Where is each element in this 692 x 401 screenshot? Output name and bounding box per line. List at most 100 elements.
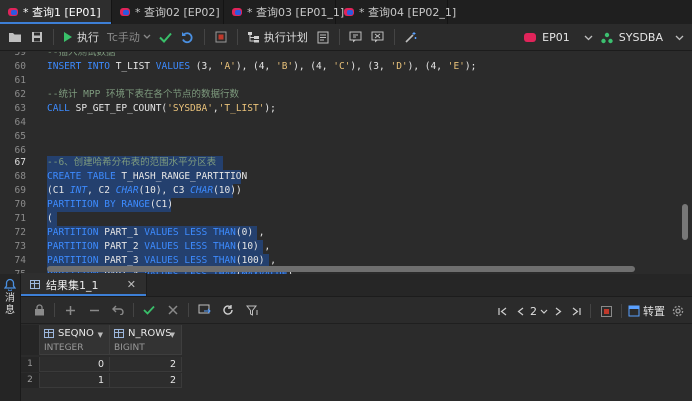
last-page-icon[interactable] [568,300,584,322]
check-icon[interactable] [137,299,161,321]
next-page-icon[interactable] [551,300,565,322]
toolbar-separator [590,304,591,318]
line-number: 62 [14,89,26,100]
magic-wand-icon[interactable] [400,26,422,48]
line-number-gutter: 59 60 61 62 63 64 65 66 67 68 69 70 71 7… [0,52,38,274]
code-line: --6、创建哈希分布表的范围水平分区表 [47,157,217,168]
uncomment-icon[interactable] [367,26,389,48]
format-icon[interactable] [312,26,334,48]
toolbar-separator [133,303,134,317]
messages-label[interactable]: 消息 [4,293,16,317]
transpose-icon[interactable] [628,305,640,317]
connection-select[interactable]: EP01 [542,31,570,44]
tab-label: * 查询04 [EP02_1] [359,6,457,19]
toolbar-separator [393,29,395,45]
pagination: 2 转置 [494,299,688,323]
line-number: 65 [14,131,26,142]
refresh-icon[interactable] [216,299,240,321]
result-tab-label: 结果集1_1 [46,278,99,292]
code-line: CALL SP_GET_EP_COUNT('SYSDBA','T_LIST'); [47,103,276,114]
table-cell[interactable]: 2 [110,357,182,372]
code-line: ( [47,213,53,224]
toolbar-separator [338,29,340,45]
bell-icon[interactable] [4,278,16,291]
database-icon [8,8,18,16]
close-icon[interactable]: ✕ [127,278,136,291]
plan-icon [247,32,259,43]
filter-icon[interactable] [240,299,264,321]
folder-icon[interactable] [4,26,26,48]
code-area[interactable]: --插入测试数据 INSERT INTO T_LIST VALUES (3, '… [47,52,677,274]
table-icon [30,280,40,289]
line-number: 63 [14,103,26,114]
table-cell[interactable]: 2 [110,373,182,388]
column-type: INTEGER [44,343,84,353]
line-number: 70 [14,199,26,210]
stop-icon[interactable] [210,26,232,48]
row-number[interactable]: 2 [21,373,40,388]
line-number: 73 [14,241,26,252]
transaction-mode-select[interactable]: Tc手动 [103,26,155,48]
transpose-button[interactable]: 转置 [643,303,665,319]
column-type: BIGINT [114,343,145,353]
chevron-down-icon [143,34,151,39]
database-icon [344,8,354,16]
column-header-n-rows[interactable]: N_ROWS BIGINT ▼ [110,325,182,355]
code-line: INSERT INTO T_LIST VALUES (3, 'A'), (4, … [47,61,477,72]
undo-icon[interactable] [177,26,199,48]
column-icon [114,329,124,338]
settings-icon[interactable] [668,300,688,322]
line-number: 74 [14,255,26,266]
toolbar-separator [236,29,238,45]
chevron-down-icon[interactable] [584,35,593,41]
toolbar-separator [53,29,54,45]
first-page-icon[interactable] [494,300,510,322]
line-number: 60 [14,61,26,72]
column-name: N_ROWS [128,328,172,339]
page-number[interactable]: 2 [530,305,537,318]
code-line: PARTITION PART_1 VALUES LESS THAN(0) , [47,227,265,238]
vertical-scrollbar[interactable] [682,204,688,240]
stop-icon[interactable] [597,300,615,322]
column-header-seqno[interactable]: SEQNO INTEGER ▼ [40,325,110,355]
run-button[interactable]: 执行 [59,26,103,48]
remove-row-icon[interactable] [82,299,106,321]
save-icon[interactable] [26,26,48,48]
close-icon[interactable] [161,299,185,321]
chevron-down-icon[interactable] [540,309,548,314]
sort-arrow-icon[interactable]: ▼ [98,331,103,339]
table-cell[interactable]: 1 [40,373,110,388]
add-row-icon[interactable] [58,299,82,321]
tab-label: * 查询1 [EP01] [23,6,101,19]
explain-plan-label: 执行计划 [263,31,308,44]
export-icon[interactable] [192,299,216,321]
lock-icon[interactable] [27,299,51,321]
toolbar-separator [188,303,189,317]
tab-query-3[interactable]: * 查询03 [EP01_1] [224,0,344,24]
tab-result-set-1[interactable]: 结果集1_1 ✕ [21,273,147,296]
undo-icon[interactable] [106,299,130,321]
table-row[interactable]: 2 1 2 [21,373,182,388]
check-icon[interactable] [155,26,177,48]
tab-query-4[interactable]: * 查询04 [EP02_1] [336,0,456,24]
messages-side-panel[interactable]: 消息 [0,274,21,401]
chevron-down-icon[interactable] [675,35,684,41]
line-number: 64 [14,117,26,128]
explain-plan-button[interactable]: 执行计划 [243,26,312,48]
line-number: 59 [14,52,26,58]
horizontal-scrollbar[interactable] [47,266,635,272]
previous-page-icon[interactable] [513,300,527,322]
comment-icon[interactable] [345,26,367,48]
sort-arrow-icon[interactable]: ▼ [170,331,175,339]
code-line: --统计 MPP 环境下表在各个节点的数据行数 [47,89,240,100]
grid-corner[interactable] [21,325,40,355]
sql-editor[interactable]: 59 60 61 62 63 64 65 66 67 68 69 70 71 7… [0,52,692,274]
tab-query-2[interactable]: * 查询02 [EP02] [112,0,224,24]
row-number[interactable]: 1 [21,357,40,372]
tab-query-1[interactable]: * 查询1 [EP01] [0,0,112,24]
table-cell[interactable]: 0 [40,357,110,372]
editor-toolbar: 执行 Tc手动 执行计划 EP01 SYSDBA [0,24,692,51]
table-row[interactable]: 1 0 2 [21,357,182,372]
connection-area: EP01 SYSDBA [524,24,684,51]
user-select[interactable]: SYSDBA [619,31,663,44]
